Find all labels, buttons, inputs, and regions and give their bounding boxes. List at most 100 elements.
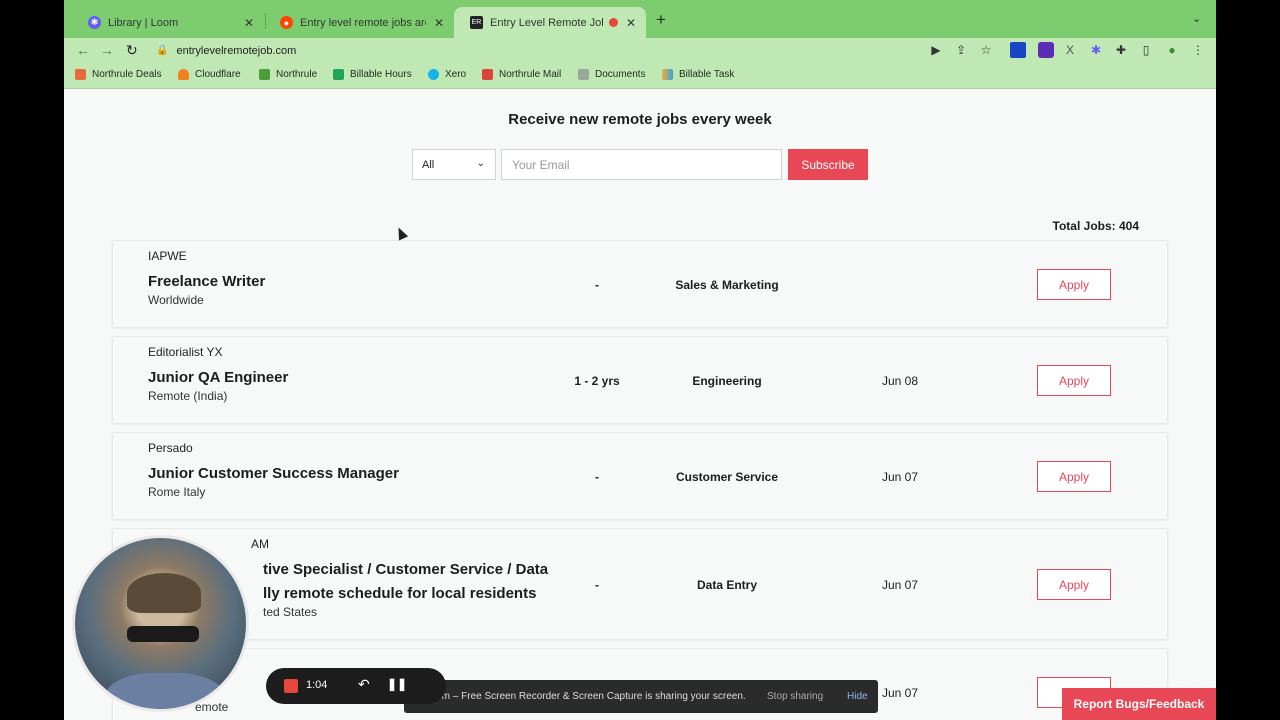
- profile-icon[interactable]: ●: [1164, 42, 1180, 58]
- job-location: Rome Italy: [148, 485, 206, 499]
- job-location: Remote (India): [148, 389, 228, 403]
- job-experience: -: [595, 578, 599, 592]
- sidebar-icon[interactable]: ▯: [1138, 42, 1154, 58]
- bookmark-label: Xero: [445, 69, 467, 80]
- bookmark-cloudflare[interactable]: Cloudflare: [178, 69, 241, 80]
- subscribe-headline: Receive new remote jobs every week: [508, 111, 772, 128]
- job-date: Jun 07: [881, 578, 919, 592]
- job-title-line2[interactable]: lly remote schedule for local residents: [263, 582, 536, 606]
- close-icon[interactable]: ✕: [434, 16, 444, 30]
- back-icon[interactable]: ←: [76, 42, 90, 58]
- bookmark-label: Northrule Mail: [499, 69, 562, 80]
- job-location: ted States: [263, 605, 318, 619]
- tab-title: Entry level remote jobs are inc: [300, 16, 426, 29]
- chevron-down-icon[interactable]: ⌄: [1192, 12, 1201, 25]
- star-icon[interactable]: ☆: [978, 42, 994, 58]
- extension-x-icon[interactable]: X: [1062, 42, 1078, 58]
- job-card[interactable]: AM tive Specialist / Customer Service / …: [112, 528, 1168, 640]
- apply-button[interactable]: Apply: [1037, 569, 1111, 600]
- recording-icon: [608, 18, 618, 27]
- job-category: Engineering: [692, 374, 762, 388]
- job-category: Data Entry: [696, 578, 758, 592]
- category-selected-value: All: [422, 158, 435, 171]
- job-company: AM: [251, 537, 269, 551]
- job-date: Jun 07: [881, 470, 919, 484]
- job-company: Editorialist YX: [148, 345, 223, 359]
- extension-blue-icon[interactable]: [1010, 42, 1026, 58]
- tab-entry-level-remote-job[interactable]: ER Entry Level Remote Job ✕: [454, 7, 646, 38]
- stop-sharing-button[interactable]: Stop sharing: [767, 691, 823, 702]
- undo-icon[interactable]: ↶: [358, 676, 370, 693]
- apply-button[interactable]: Apply: [1037, 269, 1111, 300]
- job-card[interactable]: Editorialist YX Junior QA Engineer Remot…: [112, 336, 1168, 424]
- reload-icon[interactable]: ↻: [126, 42, 138, 59]
- close-icon[interactable]: ✕: [626, 16, 636, 30]
- job-experience: -: [595, 278, 599, 292]
- bookmark-documents[interactable]: Documents: [578, 69, 646, 80]
- address-bar[interactable]: 🔒 entrylevelremotejob.com: [156, 39, 996, 62]
- job-title[interactable]: tive Specialist / Customer Service / Dat…: [263, 558, 548, 582]
- bookmark-billable-hours[interactable]: Billable Hours: [333, 69, 412, 80]
- apply-button[interactable]: Apply: [1037, 461, 1111, 492]
- webcam-hair: [127, 573, 201, 613]
- bookmarks-bar: Northrule Deals Cloudflare Northrule Bil…: [64, 64, 1216, 89]
- hide-button[interactable]: Hide: [847, 691, 868, 702]
- bookmark-label: Northrule Deals: [92, 69, 162, 80]
- share-icon[interactable]: ⇪: [953, 42, 969, 58]
- tab-reddit[interactable]: ● Entry level remote jobs are inc ✕: [264, 7, 454, 38]
- total-jobs-count: Total Jobs: 404: [1052, 219, 1139, 233]
- bookmark-northrule-deals[interactable]: Northrule Deals: [75, 69, 161, 80]
- subscribe-button[interactable]: Subscribe: [788, 149, 868, 180]
- forward-icon[interactable]: →: [100, 42, 114, 58]
- mouse-cursor-icon: [393, 225, 409, 241]
- category-select[interactable]: All ⌄: [412, 149, 496, 180]
- reddit-icon: ●: [280, 16, 293, 29]
- webcam-shirt: [105, 673, 225, 709]
- webcam-glasses: [127, 626, 199, 642]
- apply-button[interactable]: Apply: [1037, 365, 1111, 396]
- bookmark-label: Northrule: [276, 69, 318, 80]
- report-feedback-button[interactable]: Report Bugs/Feedback: [1062, 688, 1216, 720]
- screen-share-banner: ⏸ Loom – Free Screen Recorder & Screen C…: [404, 680, 878, 713]
- puzzle-icon[interactable]: ✚: [1113, 42, 1129, 58]
- email-input[interactable]: [501, 149, 782, 180]
- bookmark-xero[interactable]: Xero: [428, 69, 466, 80]
- northrule-icon: [259, 69, 270, 80]
- share-message: Loom – Free Screen Recorder & Screen Cap…: [425, 691, 746, 702]
- pause-icon[interactable]: ❚❚: [387, 677, 407, 691]
- bookmark-label: Cloudflare: [195, 69, 241, 80]
- job-title[interactable]: Junior QA Engineer: [148, 366, 288, 390]
- close-icon[interactable]: ✕: [244, 16, 254, 30]
- job-date: Jun 08: [881, 374, 919, 388]
- job-company: IAPWE: [148, 249, 187, 263]
- extension-purple-icon[interactable]: [1038, 42, 1054, 58]
- browser-toolbar: ← → ↻ 🔒 entrylevelremotejob.com ▶ ⇪ ☆ X …: [64, 38, 1216, 64]
- url-text: entrylevelremotejob.com: [176, 44, 297, 57]
- new-tab-button[interactable]: +: [656, 10, 666, 30]
- job-card[interactable]: IAPWE Freelance Writer Worldwide - Sales…: [112, 240, 1168, 328]
- job-category: Sales & Marketing: [675, 278, 779, 292]
- gmail-icon: [482, 69, 493, 80]
- loom-icon: ✱: [88, 16, 101, 29]
- job-title[interactable]: Freelance Writer: [148, 270, 265, 294]
- bookmark-billable-task[interactable]: Billable Task: [662, 69, 734, 80]
- camera-icon[interactable]: ▶: [928, 42, 944, 58]
- job-card[interactable]: Persado Junior Customer Success Manager …: [112, 432, 1168, 520]
- screen: ✱ Library | Loom ✕ ● Entry level remote …: [64, 0, 1216, 720]
- tab-strip: ✱ Library | Loom ✕ ● Entry level remote …: [64, 0, 1216, 38]
- bookmark-northrule[interactable]: Northrule: [259, 69, 317, 80]
- erj-icon: ER: [470, 16, 483, 29]
- bookmark-northrule-mail[interactable]: Northrule Mail: [482, 69, 561, 80]
- recording-timer: 1:04: [306, 679, 328, 691]
- loom-extension-icon[interactable]: ✱: [1088, 42, 1104, 58]
- job-experience: 1 - 2 yrs: [574, 374, 620, 388]
- chevron-down-icon: ⌄: [476, 158, 485, 169]
- xero-icon: [428, 69, 439, 80]
- sheet-icon: [333, 69, 344, 80]
- webcam-bubble[interactable]: [72, 535, 249, 712]
- job-title[interactable]: Junior Customer Success Manager: [148, 462, 399, 486]
- menu-icon[interactable]: ⋮: [1190, 42, 1206, 58]
- job-company: Persado: [148, 441, 193, 455]
- stop-recording-button[interactable]: [284, 679, 298, 693]
- tab-loom-library[interactable]: ✱ Library | Loom ✕: [72, 7, 264, 38]
